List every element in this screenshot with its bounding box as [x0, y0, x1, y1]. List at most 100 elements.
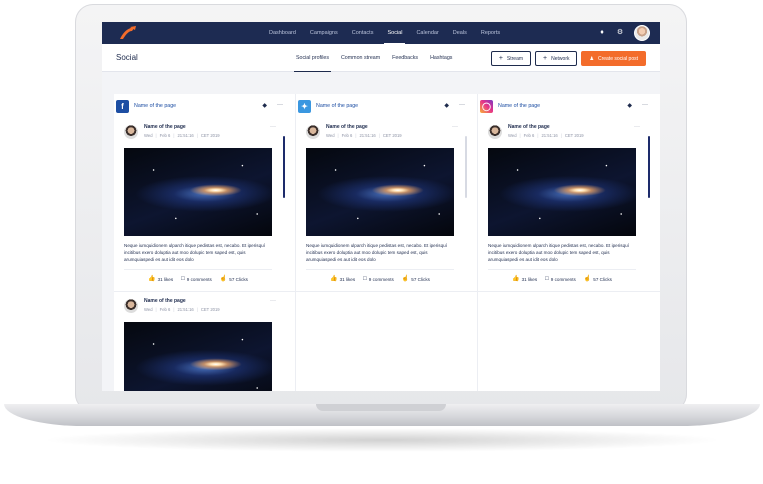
post-image[interactable]: [124, 148, 272, 236]
post-card: Name of the page Wed | Feb 6 | 21:51:16 | C…: [124, 298, 276, 391]
bell-icon[interactable]: ♦: [598, 29, 606, 37]
gear-icon[interactable]: ⚙: [616, 29, 624, 37]
scrollbar[interactable]: [648, 136, 650, 198]
add-stream-button[interactable]: + Stream: [490, 51, 532, 66]
clicks-stat[interactable]: ☝ 57 Clicks: [220, 276, 248, 282]
author-avatar: [306, 125, 320, 139]
header-actions: + Stream + Network ♟ Create social post: [490, 51, 646, 66]
create-social-post-button[interactable]: ♟ Create social post: [581, 51, 646, 66]
column-header: ✦ Name of the page ◆ ···: [296, 94, 477, 118]
post-card: Name of the page Wed | Feb 6 | 21:51:16 | C…: [306, 124, 458, 282]
post-text: Neque iumquidionem ulparch itique pedist…: [306, 243, 447, 262]
stream-label: Stream: [506, 55, 524, 62]
likes-stat[interactable]: 👍 31 likes: [148, 276, 173, 282]
network-label: Network: [551, 55, 570, 62]
nav-reports[interactable]: Reports: [474, 22, 507, 44]
clicks-stat[interactable]: ☝ 57 Clicks: [402, 276, 430, 282]
column-tools: ◆ ···: [627, 102, 648, 109]
refresh-icon[interactable]: ◆: [262, 102, 267, 109]
pointer-icon: ☝: [401, 276, 410, 282]
post-timezone: CET 2019: [382, 133, 402, 138]
column-page-name[interactable]: Name of the page: [316, 103, 358, 109]
scrollbar[interactable]: [283, 136, 285, 198]
post-author[interactable]: Name of the page: [144, 124, 186, 130]
post-more-icon[interactable]: ···: [634, 124, 640, 130]
post-date: Feb 6: [523, 133, 535, 138]
nav-social[interactable]: Social: [380, 22, 409, 44]
author-avatar: [124, 299, 138, 313]
comments-stat[interactable]: □ 9 comments: [363, 276, 394, 282]
clicks-count: 57 Clicks: [593, 276, 612, 282]
likes-count: 31 likes: [157, 276, 174, 282]
app-screen: Dashboard Campaigns Contacts Social Cale…: [102, 22, 660, 391]
stream-column-twitter: ✦ Name of the page ◆ ··· Name of the pag…: [296, 94, 478, 391]
create-post-label: Create social post: [597, 55, 638, 62]
post-author[interactable]: Name of the page: [326, 124, 368, 130]
comment-icon: □: [181, 276, 185, 282]
post-image[interactable]: [488, 148, 636, 236]
post-more-icon[interactable]: ···: [452, 124, 458, 130]
instagram-icon: ◯: [480, 99, 493, 113]
divider: [478, 291, 660, 292]
plus-icon: +: [498, 55, 503, 62]
scrollbar[interactable]: [465, 136, 467, 198]
comment-icon: □: [545, 276, 549, 282]
stream-column-facebook: f Name of the page ◆ ··· Name of the pag…: [114, 94, 296, 391]
post-header: Name of the page Wed | Feb 6 | 21:51:16 | C…: [306, 124, 458, 144]
post-author[interactable]: Name of the page: [508, 124, 550, 130]
tab-social-profiles[interactable]: Social profiles: [290, 44, 335, 72]
likes-stat[interactable]: 👍 31 likes: [330, 276, 355, 282]
twitter-icon: ✦: [298, 99, 311, 113]
comments-stat[interactable]: □ 9 comments: [545, 276, 576, 282]
add-network-button[interactable]: + Network: [535, 51, 578, 66]
tab-hashtags[interactable]: Hashtags: [424, 44, 458, 72]
author-avatar: [124, 125, 138, 139]
plus-icon: +: [543, 55, 548, 62]
more-icon[interactable]: ···: [459, 102, 465, 109]
streams-area: f Name of the page ◆ ··· Name of the pag…: [114, 94, 660, 391]
post-stats: 👍 31 likes □ 9 comments ☝ 57 Clicks: [488, 276, 636, 282]
post-image[interactable]: [124, 322, 272, 391]
post-day: Wed: [508, 133, 517, 138]
post-image[interactable]: [306, 148, 454, 236]
more-icon[interactable]: ···: [277, 102, 283, 109]
user-avatar[interactable]: [634, 25, 650, 41]
thumbs-up-icon: 👍: [148, 276, 156, 282]
comments-count: 9 comments: [550, 276, 576, 282]
nav-deals[interactable]: Deals: [446, 22, 474, 44]
divider: [296, 291, 478, 292]
column-tools: ◆ ···: [262, 102, 283, 109]
column-page-name[interactable]: Name of the page: [498, 103, 540, 109]
page-header: Social Social profiles Common stream Fee…: [102, 44, 660, 72]
nav-campaigns[interactable]: Campaigns: [303, 22, 345, 44]
divider: [124, 269, 272, 270]
post-more-icon[interactable]: ···: [270, 124, 276, 130]
post-text: Neque iumquidionem ulparch itique pedist…: [124, 243, 265, 262]
column-page-name[interactable]: Name of the page: [134, 103, 176, 109]
nav-calendar[interactable]: Calendar: [409, 22, 445, 44]
person-icon: ♟: [589, 55, 594, 62]
post-stats: 👍 31 likes □ 9 comments ☝ 57 Clicks: [124, 276, 272, 282]
nav-contacts[interactable]: Contacts: [345, 22, 381, 44]
comments-count: 9 comments: [186, 276, 212, 282]
post-timezone: CET 2019: [200, 133, 220, 138]
post-time: 21:51:16: [541, 133, 558, 138]
likes-stat[interactable]: 👍 31 likes: [512, 276, 537, 282]
tab-feedbacks[interactable]: Feedbacks: [386, 44, 424, 72]
clicks-stat[interactable]: ☝ 57 Clicks: [584, 276, 612, 282]
post-time: 21:51:16: [177, 133, 194, 138]
nav-dashboard[interactable]: Dashboard: [262, 22, 303, 44]
comments-stat[interactable]: □ 9 comments: [181, 276, 212, 282]
refresh-icon[interactable]: ◆: [627, 102, 632, 109]
post-day: Wed: [144, 133, 153, 138]
post-card: Name of the page Wed | Feb 6 | 21:51:16 | C…: [488, 124, 640, 282]
refresh-icon[interactable]: ◆: [444, 102, 449, 109]
post-author[interactable]: Name of the page: [144, 298, 186, 304]
tab-common-stream[interactable]: Common stream: [335, 44, 386, 72]
more-icon[interactable]: ···: [642, 102, 648, 109]
clicks-count: 57 Clicks: [411, 276, 430, 282]
brand-logo-icon[interactable]: [118, 25, 138, 41]
likes-count: 31 likes: [521, 276, 538, 282]
pointer-icon: ☝: [583, 276, 592, 282]
post-more-icon[interactable]: ···: [270, 298, 276, 304]
